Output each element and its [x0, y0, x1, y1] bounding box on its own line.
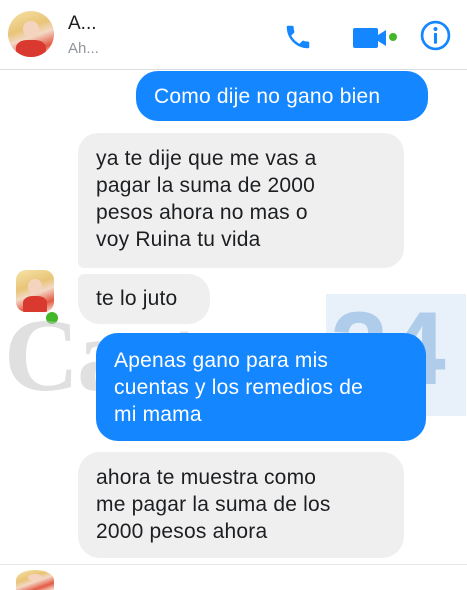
message-incoming[interactable]: te lo juto	[78, 274, 210, 324]
chat-header: A... Ah...	[0, 0, 467, 70]
message-outgoing[interactable]: Como dije no gano bien	[136, 71, 428, 121]
video-camera-icon[interactable]	[353, 26, 399, 50]
info-icon[interactable]	[420, 20, 451, 51]
message-outgoing[interactable]: Apenas gano para mis cuentas y los remed…	[96, 333, 426, 441]
contact-name[interactable]: A...	[68, 13, 97, 35]
online-status-dot	[44, 310, 60, 326]
sender-avatar	[16, 570, 54, 590]
phone-icon[interactable]	[282, 22, 314, 52]
sender-avatar[interactable]	[16, 270, 54, 312]
contact-avatar[interactable]	[8, 11, 54, 57]
contact-status: Ah...	[68, 40, 99, 57]
message-incoming[interactable]: ya te dije que me vas a pagar la suma de…	[78, 133, 404, 268]
composer-bar	[0, 564, 467, 582]
message-incoming[interactable]: ahora te muestra como me pagar la suma d…	[78, 452, 404, 558]
